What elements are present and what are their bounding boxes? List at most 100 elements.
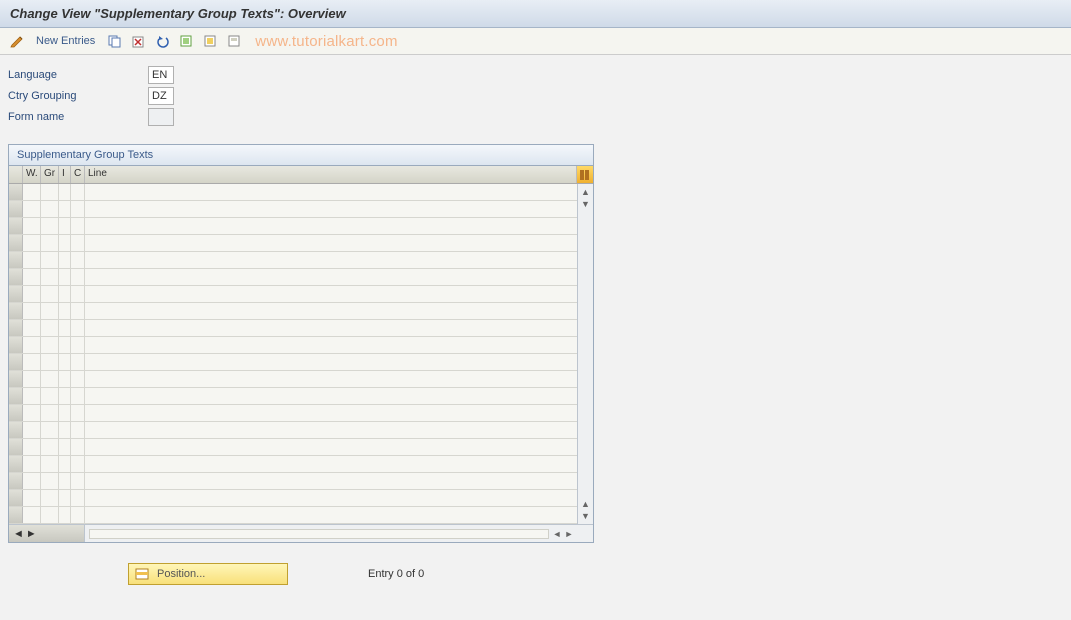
scroll-up-icon[interactable]: ▲ (580, 186, 592, 198)
cell-c[interactable] (71, 354, 85, 370)
row-selector[interactable] (9, 286, 23, 302)
cell-i[interactable] (59, 286, 71, 302)
row-selector[interactable] (9, 422, 23, 438)
cell-line[interactable] (85, 439, 577, 455)
row-selector[interactable] (9, 388, 23, 404)
cell-i[interactable] (59, 252, 71, 268)
cell-line[interactable] (85, 405, 577, 421)
cell-i[interactable] (59, 218, 71, 234)
table-row[interactable] (9, 439, 577, 456)
table-row[interactable] (9, 371, 577, 388)
cell-w[interactable] (23, 218, 41, 234)
cell-line[interactable] (85, 303, 577, 319)
cell-gr[interactable] (41, 405, 59, 421)
table-row[interactable] (9, 337, 577, 354)
table-row[interactable] (9, 320, 577, 337)
table-row[interactable] (9, 473, 577, 490)
cell-line[interactable] (85, 201, 577, 217)
table-row[interactable] (9, 184, 577, 201)
cell-i[interactable] (59, 473, 71, 489)
table-row[interactable] (9, 422, 577, 439)
scroll-down2-icon[interactable]: ▼ (580, 510, 592, 522)
row-selector[interactable] (9, 456, 23, 472)
cell-line[interactable] (85, 354, 577, 370)
cell-line[interactable] (85, 320, 577, 336)
col-gr[interactable]: Gr (41, 166, 59, 183)
cell-w[interactable] (23, 235, 41, 251)
cell-line[interactable] (85, 490, 577, 506)
table-config-icon[interactable] (577, 166, 593, 183)
table-row[interactable] (9, 235, 577, 252)
cell-c[interactable] (71, 184, 85, 200)
cell-c[interactable] (71, 337, 85, 353)
ctry-grouping-input[interactable] (148, 87, 174, 105)
horizontal-scrollbar[interactable]: ◄ ► (85, 528, 577, 540)
cell-gr[interactable] (41, 303, 59, 319)
cell-i[interactable] (59, 235, 71, 251)
row-selector[interactable] (9, 337, 23, 353)
cell-i[interactable] (59, 422, 71, 438)
cell-c[interactable] (71, 456, 85, 472)
cell-w[interactable] (23, 184, 41, 200)
row-selector[interactable] (9, 439, 23, 455)
deselect-all-icon[interactable] (225, 32, 243, 50)
cell-line[interactable] (85, 371, 577, 387)
cell-w[interactable] (23, 371, 41, 387)
col-c[interactable]: C (71, 166, 85, 183)
table-row[interactable] (9, 269, 577, 286)
form-name-input[interactable] (148, 108, 174, 126)
cell-i[interactable] (59, 490, 71, 506)
copy-icon[interactable] (105, 32, 123, 50)
scroll-up2-icon[interactable]: ▲ (580, 498, 592, 510)
delete-icon[interactable] (129, 32, 147, 50)
cell-i[interactable] (59, 320, 71, 336)
cell-i[interactable] (59, 405, 71, 421)
cell-gr[interactable] (41, 473, 59, 489)
cell-i[interactable] (59, 439, 71, 455)
cell-c[interactable] (71, 218, 85, 234)
cell-w[interactable] (23, 388, 41, 404)
cell-gr[interactable] (41, 286, 59, 302)
cell-w[interactable] (23, 269, 41, 285)
col-i[interactable]: I (59, 166, 71, 183)
cell-c[interactable] (71, 303, 85, 319)
hscroll-left-icon[interactable]: ◄ (13, 528, 24, 540)
table-row[interactable] (9, 405, 577, 422)
cell-line[interactable] (85, 388, 577, 404)
cell-c[interactable] (71, 235, 85, 251)
cell-c[interactable] (71, 473, 85, 489)
cell-w[interactable] (23, 252, 41, 268)
cell-line[interactable] (85, 252, 577, 268)
cell-w[interactable] (23, 456, 41, 472)
table-row[interactable] (9, 303, 577, 320)
cell-w[interactable] (23, 303, 41, 319)
cell-i[interactable] (59, 371, 71, 387)
cell-gr[interactable] (41, 422, 59, 438)
position-button[interactable]: Position... (128, 563, 288, 585)
cell-c[interactable] (71, 422, 85, 438)
cell-gr[interactable] (41, 371, 59, 387)
cell-line[interactable] (85, 473, 577, 489)
cell-i[interactable] (59, 456, 71, 472)
cell-gr[interactable] (41, 354, 59, 370)
cell-gr[interactable] (41, 507, 59, 523)
table-row[interactable] (9, 507, 577, 524)
row-selector[interactable] (9, 201, 23, 217)
cell-gr[interactable] (41, 218, 59, 234)
cell-c[interactable] (71, 405, 85, 421)
cell-line[interactable] (85, 184, 577, 200)
cell-c[interactable] (71, 507, 85, 523)
cell-i[interactable] (59, 337, 71, 353)
row-selector[interactable] (9, 507, 23, 523)
new-entries-button[interactable]: New Entries (32, 35, 99, 47)
cell-w[interactable] (23, 473, 41, 489)
row-selector[interactable] (9, 473, 23, 489)
cell-line[interactable] (85, 235, 577, 251)
cell-w[interactable] (23, 405, 41, 421)
row-selector[interactable] (9, 303, 23, 319)
cell-line[interactable] (85, 269, 577, 285)
cell-gr[interactable] (41, 235, 59, 251)
cell-line[interactable] (85, 507, 577, 523)
row-selector[interactable] (9, 235, 23, 251)
cell-c[interactable] (71, 320, 85, 336)
